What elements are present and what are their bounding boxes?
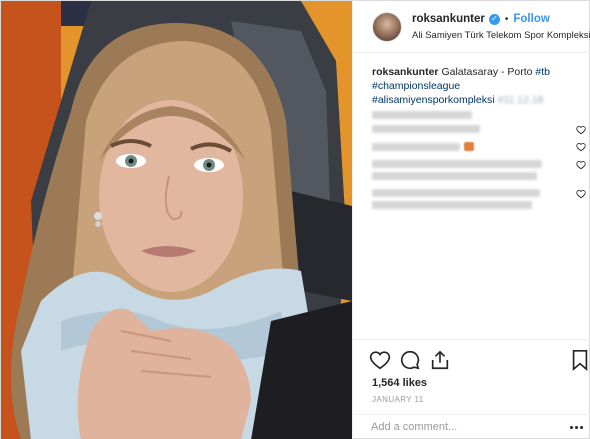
hashtag-tb[interactable]: #tb [535, 66, 550, 78]
comment-bubble-icon[interactable] [399, 349, 421, 371]
comment-list [372, 111, 586, 218]
emoji-icon [464, 142, 474, 151]
obscured-text [372, 125, 480, 133]
post-photo-artwork [1, 1, 352, 439]
like-comment-heart-icon[interactable] [576, 189, 586, 199]
obscured-text [372, 201, 532, 209]
verified-badge-icon: ✓ [488, 13, 500, 25]
comment-row [372, 142, 584, 151]
likes-count[interactable]: 1,564 likes [372, 377, 427, 389]
post-header: roksankunter ✓ • Follow Ali Samiyen Türk… [353, 1, 590, 53]
post-side-panel: roksankunter ✓ • Follow Ali Samiyen Türk… [352, 1, 590, 439]
post-frame: roksankunter ✓ • Follow Ali Samiyen Türk… [0, 0, 590, 439]
list-item [372, 111, 584, 119]
avatar[interactable] [372, 12, 402, 42]
caption-username[interactable]: roksankunter [372, 66, 439, 78]
hashtag-alisamiyensporkompleksi[interactable]: #alisamiyensporkompleksi [372, 94, 495, 106]
list-item [372, 189, 586, 209]
obscured-text [372, 172, 537, 180]
more-options-icon[interactable] [570, 422, 584, 432]
like-comment-heart-icon[interactable] [576, 160, 586, 170]
like-heart-icon[interactable] [369, 349, 391, 371]
post-photo[interactable] [1, 1, 352, 439]
list-item [372, 142, 586, 152]
location-link[interactable]: Ali Samiyen Türk Telekom Spor Kompleksi [412, 30, 590, 41]
username-link[interactable]: roksankunter [412, 13, 485, 25]
obscured-text [372, 160, 542, 168]
comment-input[interactable] [371, 421, 541, 433]
bookmark-icon[interactable] [569, 349, 590, 371]
list-item [372, 160, 586, 180]
obscured-text [372, 189, 540, 197]
user-row: roksankunter ✓ • Follow [412, 13, 550, 25]
post-caption: roksankunter Galatasaray - Porto #tb #ch… [372, 65, 584, 107]
add-comment-bar [353, 414, 590, 439]
caption-obscured-tail: #11.12.18 [497, 94, 544, 106]
post-actions: 1,564 likes JANUARY 11 [353, 339, 590, 439]
caption-text: Galatasaray - Porto [441, 66, 533, 78]
hashtag-championsleague[interactable]: #championsleague [372, 80, 460, 92]
share-icon[interactable] [429, 349, 451, 371]
like-comment-heart-icon[interactable] [576, 142, 586, 152]
follow-button[interactable]: Follow [513, 13, 549, 25]
like-comment-heart-icon[interactable] [576, 125, 586, 135]
obscured-text [372, 142, 460, 151]
list-item [372, 125, 586, 135]
obscured-text [372, 111, 472, 119]
post-date[interactable]: JANUARY 11 [372, 395, 424, 404]
separator-dot: • [504, 13, 509, 25]
